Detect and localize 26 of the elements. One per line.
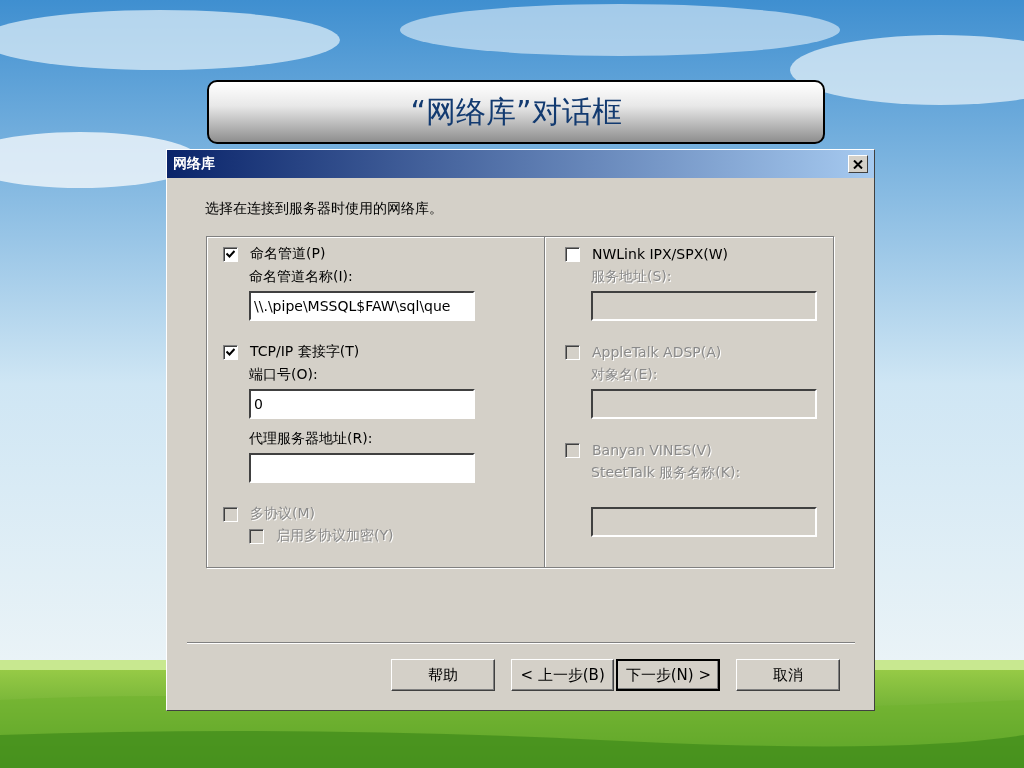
dialog-button[interactable]: < 上一步(B) bbox=[510, 659, 615, 691]
slide-title: “网络库”对话框 bbox=[410, 92, 622, 131]
field-label: 代理服务器地址(R): bbox=[249, 429, 374, 448]
check-icon bbox=[226, 347, 235, 357]
close-icon bbox=[853, 159, 863, 169]
input-field[interactable]: \\.\pipe\MSSQL$FAW\sql\que bbox=[249, 291, 475, 321]
field-label: 端口号(O): bbox=[249, 365, 319, 384]
checkbox-label[interactable]: NWLink IPX/SPX(W) bbox=[592, 246, 728, 262]
checkbox[interactable] bbox=[565, 246, 580, 262]
instruction-text: 选择在连接到服务器时使用的网络库。 bbox=[205, 200, 444, 218]
field-label: 对象名(E): bbox=[591, 365, 659, 384]
check-icon bbox=[226, 249, 235, 259]
field-label: 服务地址(S): bbox=[591, 267, 673, 286]
dialog-button[interactable]: 帮助 bbox=[391, 659, 495, 691]
dialog-button[interactable]: 下一步(N) > bbox=[616, 659, 721, 691]
input-field[interactable] bbox=[249, 453, 475, 483]
checkbox[interactable] bbox=[223, 246, 238, 262]
field-label: SteetTalk 服务名称(K): bbox=[591, 463, 742, 482]
checkbox-label[interactable]: TCP/IP 套接字(T) bbox=[250, 343, 360, 361]
window-title: 网络库 bbox=[173, 155, 215, 173]
input-field[interactable]: 0 bbox=[249, 389, 475, 419]
field-label: 命名管道名称(I): bbox=[249, 267, 354, 286]
checkbox-label[interactable]: 命名管道(P) bbox=[250, 245, 326, 263]
checkbox[interactable] bbox=[223, 344, 238, 360]
close-button[interactable] bbox=[848, 155, 868, 173]
dialog-button[interactable]: 取消 bbox=[736, 659, 840, 691]
